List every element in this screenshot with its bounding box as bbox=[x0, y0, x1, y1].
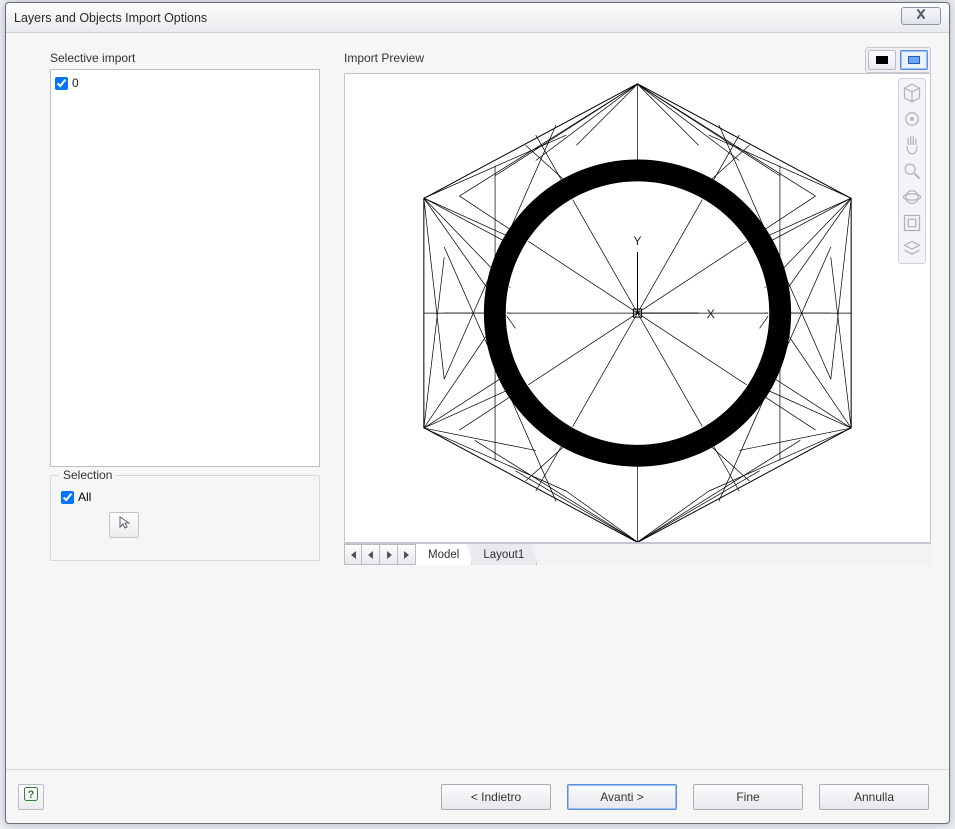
zoom-icon[interactable] bbox=[902, 161, 922, 181]
select-all-checkbox[interactable] bbox=[61, 491, 74, 504]
layer-checkbox[interactable] bbox=[55, 77, 68, 90]
tab-nav bbox=[344, 544, 416, 565]
cancel-button[interactable]: Annulla bbox=[819, 784, 929, 810]
pan-icon[interactable] bbox=[902, 135, 922, 155]
finish-button[interactable]: Fine bbox=[693, 784, 803, 810]
close-icon bbox=[914, 7, 928, 25]
titlebar: Layers and Objects Import Options bbox=[6, 3, 949, 33]
left-column: Selective import 0 Selection All bbox=[50, 51, 320, 769]
dialog-footer: ? < Indietro Avanti > Fine Annulla bbox=[6, 769, 949, 823]
back-button[interactable]: < Indietro bbox=[441, 784, 551, 810]
tab-nav-next[interactable] bbox=[380, 544, 398, 565]
layer-tree[interactable]: 0 bbox=[50, 69, 320, 467]
tab-layout1[interactable]: Layout1 bbox=[471, 544, 537, 565]
tab-model[interactable]: Model bbox=[416, 544, 472, 565]
select-all-row: All bbox=[61, 490, 309, 504]
view-mode-wire-button[interactable] bbox=[900, 50, 928, 70]
tab-nav-first[interactable] bbox=[344, 544, 362, 565]
selection-group: Selection All bbox=[50, 475, 320, 561]
cursor-icon bbox=[118, 516, 130, 535]
svg-text:?: ? bbox=[28, 789, 35, 801]
selective-import-label: Selective import bbox=[50, 51, 320, 65]
help-button[interactable]: ? bbox=[18, 784, 44, 810]
cube-view-icon[interactable] bbox=[902, 83, 922, 103]
tab-nav-last[interactable] bbox=[398, 544, 416, 565]
pick-selection-button[interactable] bbox=[109, 512, 139, 538]
tree-item[interactable]: 0 bbox=[55, 74, 315, 92]
orbit-icon[interactable] bbox=[902, 187, 922, 207]
wire-rect-icon bbox=[908, 56, 920, 64]
preview-canvas: X Y bbox=[345, 74, 930, 542]
next-button[interactable]: Avanti > bbox=[567, 784, 677, 810]
axis-x-label: X bbox=[707, 307, 715, 321]
tab-nav-prev[interactable] bbox=[362, 544, 380, 565]
solid-rect-icon bbox=[876, 56, 888, 64]
window-title: Layers and Objects Import Options bbox=[14, 11, 207, 25]
layer-label: 0 bbox=[72, 76, 79, 90]
view-mode-solid-button[interactable] bbox=[868, 50, 896, 70]
help-icon: ? bbox=[23, 786, 39, 807]
content-area: Selective import 0 Selection All bbox=[6, 33, 949, 769]
view-tools-strip bbox=[898, 78, 926, 264]
tab-strip: Model Layout1 bbox=[344, 543, 931, 565]
import-preview-label: Import Preview bbox=[344, 51, 931, 65]
wizard-buttons: < Indietro Avanti > Fine Annulla bbox=[441, 784, 929, 810]
preview-viewport[interactable]: X Y bbox=[344, 73, 931, 543]
layers-icon[interactable] bbox=[902, 239, 922, 259]
axis-y-label: Y bbox=[633, 234, 641, 248]
view-mode-toggle bbox=[865, 47, 931, 73]
target-icon[interactable] bbox=[902, 109, 922, 129]
close-button[interactable] bbox=[901, 7, 941, 25]
selection-legend: Selection bbox=[59, 468, 116, 482]
fit-icon[interactable] bbox=[902, 213, 922, 233]
right-column: Import Preview bbox=[344, 51, 931, 769]
select-all-label: All bbox=[78, 490, 91, 504]
import-options-dialog: Layers and Objects Import Options Select… bbox=[5, 2, 950, 824]
